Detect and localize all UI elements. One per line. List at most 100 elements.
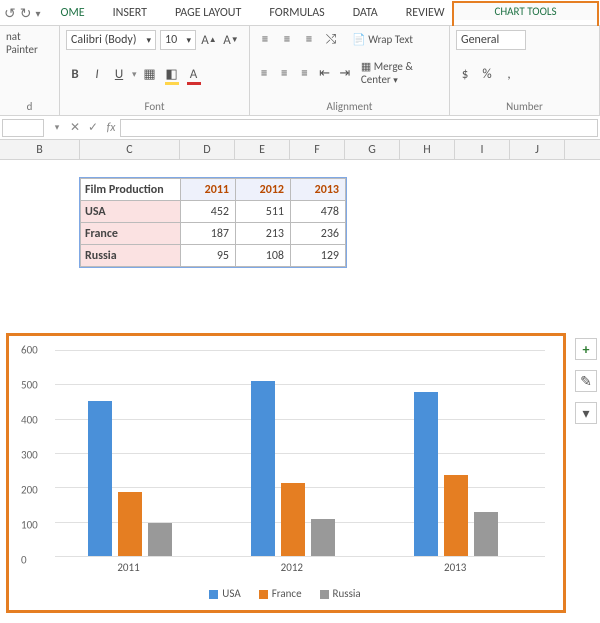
- year-cell[interactable]: 2011: [181, 179, 236, 201]
- tab-data[interactable]: DATA: [339, 2, 392, 25]
- formula-input[interactable]: [120, 119, 598, 137]
- embedded-chart[interactable]: USAFranceRussia 010020030040050060020112…: [6, 333, 566, 613]
- legend-item[interactable]: USA: [209, 587, 240, 600]
- clipboard-group-label: d: [6, 98, 53, 113]
- fill-color-button[interactable]: ◧: [163, 65, 181, 83]
- tab-page-layout[interactable]: PAGE LAYOUT: [161, 2, 255, 25]
- col-header[interactable]: J: [510, 140, 565, 159]
- table-header-cell[interactable]: Film Production: [81, 179, 181, 201]
- align-left-icon[interactable]: ≡: [256, 64, 272, 82]
- font-size-select[interactable]: 10▾: [160, 30, 196, 50]
- align-top-icon[interactable]: ≡: [256, 30, 274, 48]
- bold-button[interactable]: B: [66, 65, 84, 83]
- undo-icon[interactable]: ↺: [4, 5, 16, 22]
- data-cell[interactable]: 95: [181, 245, 236, 267]
- year-cell[interactable]: 2012: [236, 179, 291, 201]
- italic-button[interactable]: I: [88, 65, 106, 83]
- bar-russia[interactable]: [474, 512, 498, 556]
- col-header[interactable]: I: [455, 140, 510, 159]
- legend-item[interactable]: Russia: [320, 587, 361, 600]
- comma-icon[interactable]: ,: [500, 65, 518, 83]
- decrease-font-icon[interactable]: A▼: [222, 31, 240, 49]
- bar-france[interactable]: [118, 492, 142, 556]
- redo-icon[interactable]: ↻: [20, 5, 32, 22]
- decrease-indent-icon[interactable]: ⇤: [317, 64, 333, 82]
- plot-area[interactable]: [55, 350, 545, 556]
- format-painter-button[interactable]: nat Painter: [6, 30, 53, 56]
- col-header[interactable]: G: [345, 140, 400, 159]
- currency-icon[interactable]: $: [456, 65, 474, 83]
- chart-side-buttons: + ✎ ▾: [575, 338, 597, 424]
- underline-dropdown-icon[interactable]: ▾: [132, 69, 137, 80]
- row-name-cell[interactable]: USA: [81, 201, 181, 223]
- col-header[interactable]: E: [235, 140, 290, 159]
- table-row[interactable]: USA 452 511 478: [81, 201, 346, 223]
- data-cell[interactable]: 452: [181, 201, 236, 223]
- bar-usa[interactable]: [251, 381, 275, 556]
- bar-france[interactable]: [444, 475, 468, 556]
- col-header[interactable]: H: [400, 140, 455, 159]
- row-name-cell[interactable]: France: [81, 223, 181, 245]
- data-cell[interactable]: 478: [291, 201, 346, 223]
- tab-insert[interactable]: INSERT: [99, 2, 161, 25]
- data-cell[interactable]: 187: [181, 223, 236, 245]
- orientation-icon[interactable]: ⤭: [322, 30, 340, 48]
- y-tick-label: 400: [21, 414, 38, 427]
- percent-icon[interactable]: %: [478, 65, 496, 83]
- col-header[interactable]: C: [80, 140, 180, 159]
- data-cell[interactable]: 213: [236, 223, 291, 245]
- bar-usa[interactable]: [88, 401, 112, 556]
- chart-elements-button[interactable]: +: [575, 338, 597, 360]
- name-box[interactable]: [2, 119, 44, 137]
- y-tick-label: 500: [21, 379, 38, 392]
- data-cell[interactable]: 511: [236, 201, 291, 223]
- data-table[interactable]: Film Production 2011 2012 2013 USA 452 5…: [80, 178, 346, 267]
- tab-formulas[interactable]: FORMULAS: [255, 2, 338, 25]
- year-cell[interactable]: 2013: [291, 179, 346, 201]
- tab-home[interactable]: OME: [47, 2, 99, 25]
- merge-center-button[interactable]: ▦ Merge & Center ▾: [361, 60, 443, 86]
- fx-icon[interactable]: fx: [102, 121, 120, 135]
- legend-item[interactable]: France: [259, 587, 302, 600]
- data-cell[interactable]: 129: [291, 245, 346, 267]
- increase-font-icon[interactable]: A▲: [200, 31, 218, 49]
- font-family-select[interactable]: Calibri (Body)▾: [66, 30, 156, 50]
- table-row[interactable]: France 187 213 236: [81, 223, 346, 245]
- worksheet-grid[interactable]: Film Production 2011 2012 2013 USA 452 5…: [0, 160, 600, 320]
- row-name-cell[interactable]: Russia: [81, 245, 181, 267]
- align-bottom-icon[interactable]: ≡: [300, 30, 318, 48]
- enter-icon[interactable]: ✓: [84, 120, 102, 135]
- bar-russia[interactable]: [311, 519, 335, 556]
- y-tick-label: 0: [21, 554, 27, 567]
- underline-button[interactable]: U: [110, 65, 128, 83]
- chart-legend[interactable]: USA France Russia: [15, 587, 555, 600]
- y-tick-label: 600: [21, 344, 38, 357]
- namebox-dropdown-icon[interactable]: ▾: [48, 122, 66, 133]
- table-row[interactable]: Russia 95 108 129: [81, 245, 346, 267]
- bar-usa[interactable]: [414, 392, 438, 556]
- chart-styles-button[interactable]: ✎: [575, 370, 597, 392]
- alignment-group-label: Alignment: [256, 98, 443, 113]
- col-header[interactable]: D: [180, 140, 235, 159]
- align-middle-icon[interactable]: ≡: [278, 30, 296, 48]
- border-button[interactable]: ▦: [141, 65, 159, 83]
- align-center-icon[interactable]: ≡: [276, 64, 292, 82]
- qat-dropdown-icon[interactable]: ▾: [35, 7, 40, 20]
- data-cell[interactable]: 108: [236, 245, 291, 267]
- wrap-text-button[interactable]: 📄 Wrap Text: [352, 33, 413, 46]
- y-tick-label: 100: [21, 519, 38, 532]
- bar-france[interactable]: [281, 483, 305, 556]
- data-cell[interactable]: 236: [291, 223, 346, 245]
- cancel-icon[interactable]: ✕: [66, 120, 84, 135]
- font-group-label: Font: [66, 98, 243, 113]
- tab-review[interactable]: REVIEW: [392, 2, 459, 25]
- chart-filter-button[interactable]: ▾: [575, 402, 597, 424]
- formula-bar: ▾ ✕ ✓ fx: [0, 116, 600, 140]
- bar-russia[interactable]: [148, 523, 172, 556]
- col-header[interactable]: F: [290, 140, 345, 159]
- align-right-icon[interactable]: ≡: [296, 64, 312, 82]
- col-header[interactable]: B: [0, 140, 80, 159]
- font-color-button[interactable]: A: [185, 65, 203, 83]
- number-format-select[interactable]: General: [456, 30, 526, 50]
- increase-indent-icon[interactable]: ⇥: [337, 64, 353, 82]
